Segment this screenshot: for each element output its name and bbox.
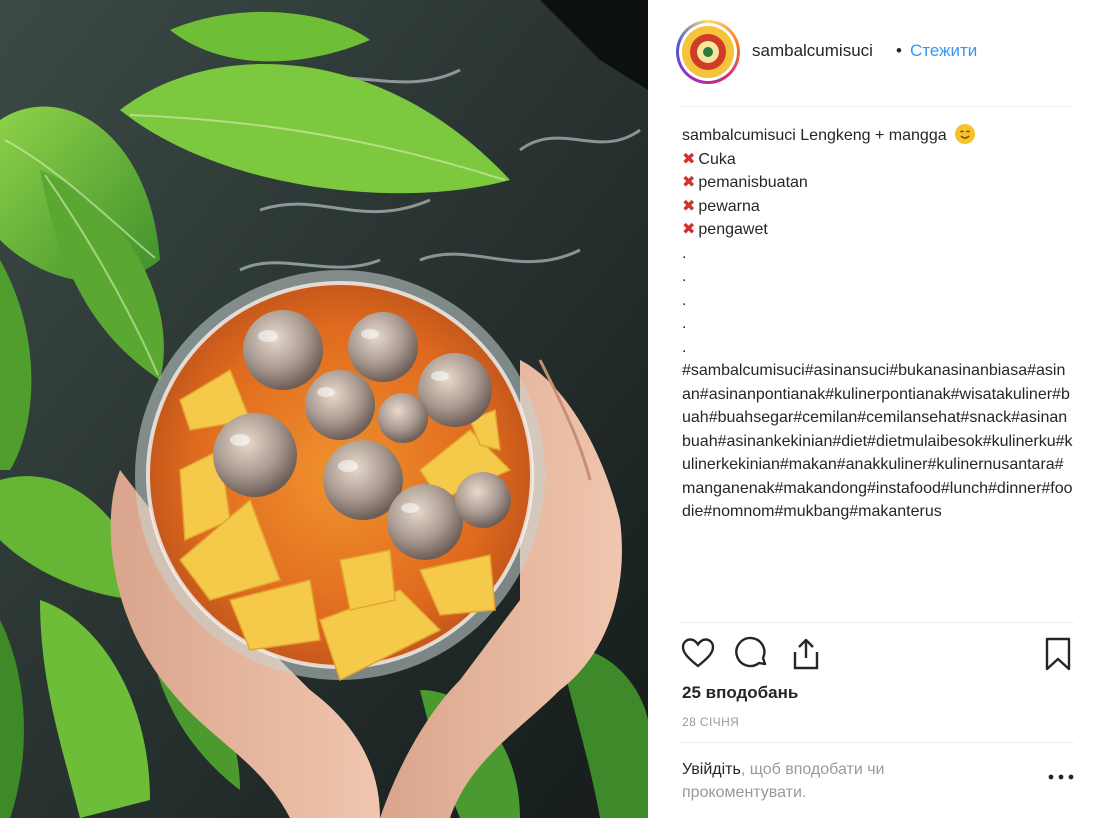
photo-illustration — [0, 0, 648, 818]
cross-mark-icon: ✖ — [682, 197, 696, 215]
caption-dot: . — [682, 315, 687, 332]
login-prompt: Увійдіть, щоб вподобати чи прокоментуват… — [682, 758, 982, 804]
instagram-post: sambalcumisuci • Стежити sambalcumisuci … — [0, 0, 1100, 818]
excluded-item: ✖ Cuka — [682, 148, 1074, 172]
login-link[interactable]: Увійдіть — [682, 761, 741, 778]
cross-mark-icon: ✖ — [682, 174, 696, 191]
avatar-image — [682, 26, 734, 78]
post-caption: sambalcumisuci Lengkeng + mangga ✖ Cuka ✖… — [682, 124, 1074, 554]
excluded-item: ✖ pemanisbuatan — [682, 171, 1074, 195]
post-photo[interactable] — [0, 0, 648, 818]
excluded-item-label: pemanisbuatan — [698, 174, 808, 191]
header-divider — [680, 106, 1074, 107]
excluded-item: ✖ pewarna — [682, 195, 1074, 219]
more-options-icon — [1048, 774, 1074, 780]
heart-icon — [681, 638, 715, 668]
save-button[interactable] — [1040, 636, 1076, 672]
avatar-ring-gap — [679, 23, 737, 81]
follow-button[interactable]: Стежити — [910, 41, 977, 61]
post-details-panel: sambalcumisuci • Стежити sambalcumisuci … — [648, 0, 1100, 818]
caption-hashtags[interactable]: #sambalcumisuci#asinansuci#bukanasinanbi… — [682, 359, 1074, 524]
post-date[interactable]: 28 СІЧНЯ — [682, 715, 739, 729]
excluded-item-label: pewarna — [698, 197, 760, 215]
caption-title: Lengkeng + mangga — [800, 127, 947, 144]
caption-username[interactable]: sambalcumisuci — [682, 127, 796, 144]
caption-dot: . — [682, 268, 687, 285]
caption-title-line: sambalcumisuci Lengkeng + mangga — [682, 124, 1074, 148]
caption-dot: . — [682, 338, 687, 356]
more-options-button[interactable] — [1048, 770, 1074, 782]
caption-dot: . — [682, 244, 687, 262]
cross-mark-icon: ✖ — [682, 221, 696, 238]
share-button[interactable] — [788, 636, 824, 672]
excluded-item-label: Cuka — [698, 150, 736, 168]
smiling-face-emoji — [955, 124, 976, 144]
avatar-logo-icon — [682, 26, 734, 78]
excluded-item-label: pengawet — [698, 221, 768, 238]
cross-mark-icon: ✖ — [682, 150, 696, 168]
avatar[interactable] — [676, 20, 740, 84]
excluded-item: ✖ pengawet — [682, 218, 1074, 242]
share-icon — [793, 638, 819, 670]
actions-divider — [680, 622, 1074, 623]
header-separator: • — [896, 41, 902, 60]
header-username[interactable]: sambalcumisuci — [752, 41, 873, 61]
likes-count[interactable]: 25 вподобань — [682, 683, 798, 703]
smiling-face-icon — [955, 124, 975, 144]
post-actions — [680, 636, 1074, 674]
login-divider — [680, 742, 1074, 743]
caption-dot: . — [682, 291, 687, 309]
bookmark-icon — [1045, 637, 1071, 671]
comment-button[interactable] — [734, 636, 770, 672]
like-button[interactable] — [680, 636, 716, 672]
comment-icon — [735, 636, 767, 668]
post-header: sambalcumisuci • Стежити — [648, 0, 1100, 106]
